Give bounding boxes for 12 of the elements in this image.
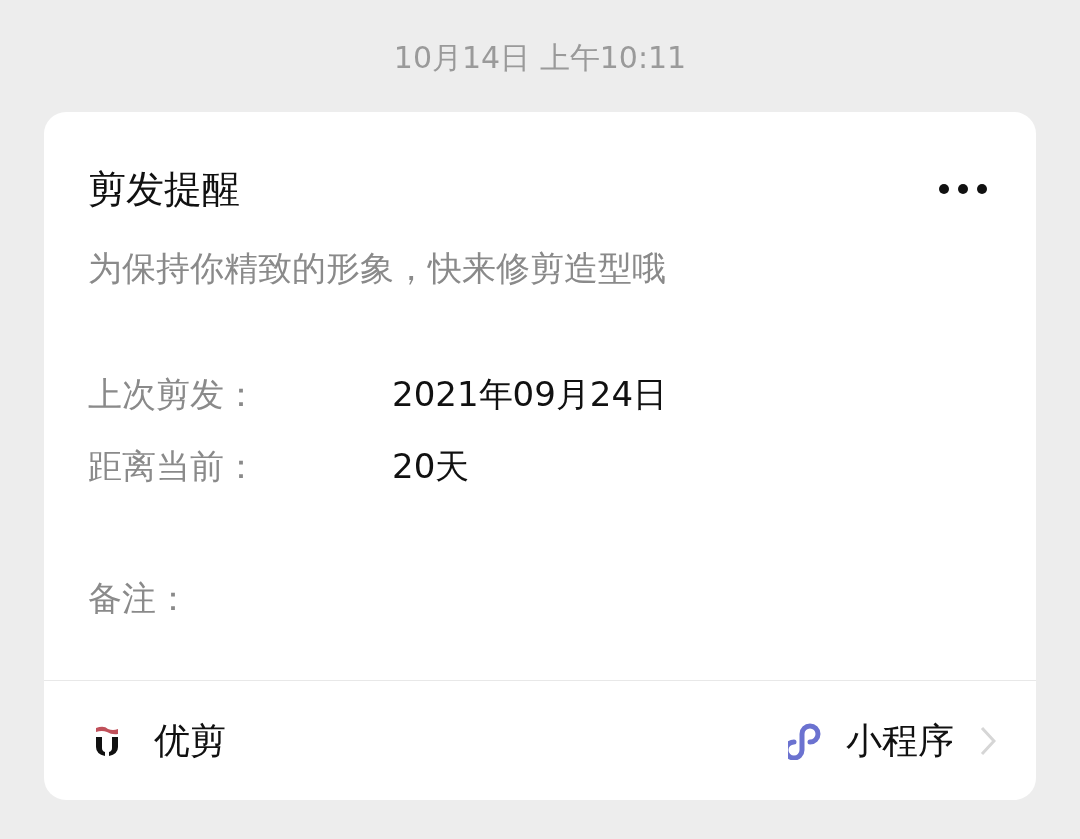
field-label: 距离当前：	[88, 445, 259, 488]
note-label: 备注：	[87, 577, 191, 620]
card-title: 剪发提醒	[88, 166, 240, 212]
field-value: 2021年09月24日	[392, 373, 668, 416]
mini-program-label: 小程序	[846, 718, 954, 763]
message-timestamp: 10月14日 上午10:11	[393, 39, 687, 77]
more-icon[interactable]	[938, 183, 988, 195]
field-label: 上次剪发：	[88, 373, 259, 416]
app-name[interactable]: 优剪	[154, 718, 226, 763]
field-value: 20天	[392, 445, 470, 488]
app-logo-icon	[94, 725, 120, 756]
card-subtitle: 为保持你精致的形象，快来修剪造型哦	[87, 247, 667, 290]
